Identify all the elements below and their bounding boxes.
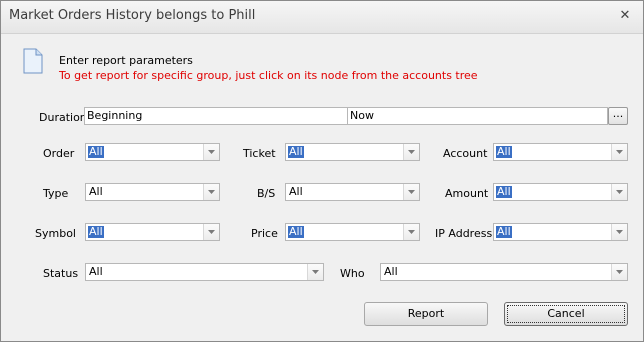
price-label: Price bbox=[251, 227, 278, 240]
status-label: Status bbox=[43, 267, 79, 280]
duration-from-field[interactable]: Beginning bbox=[84, 107, 348, 125]
order-label: Order bbox=[43, 147, 75, 160]
chevron-down-icon[interactable] bbox=[403, 184, 419, 200]
ticket-label: Ticket bbox=[243, 147, 276, 160]
ticket-value: All bbox=[288, 145, 304, 158]
instructions-title: Enter report parameters bbox=[59, 54, 193, 67]
chevron-down-icon[interactable] bbox=[307, 264, 323, 280]
instructions-hint: To get report for specific group, just c… bbox=[59, 69, 478, 82]
duration-picker-button[interactable]: ... bbox=[608, 107, 628, 125]
bs-value: All bbox=[289, 185, 303, 198]
duration-from-value: Beginning bbox=[87, 109, 143, 122]
symbol-select[interactable]: All bbox=[85, 223, 220, 241]
chevron-down-icon[interactable] bbox=[403, 144, 419, 160]
ticket-select[interactable]: All bbox=[285, 143, 420, 161]
duration-label: Duration bbox=[39, 111, 87, 124]
duration-to-field[interactable]: Now bbox=[347, 107, 608, 125]
chevron-down-icon[interactable] bbox=[203, 144, 219, 160]
window-title: Market Orders History belongs to Phill bbox=[9, 8, 256, 23]
price-value: All bbox=[288, 225, 304, 238]
chevron-down-icon[interactable] bbox=[203, 184, 219, 200]
ip-address-select[interactable]: All bbox=[493, 223, 628, 241]
order-value: All bbox=[88, 145, 104, 158]
close-icon[interactable]: ✕ bbox=[617, 8, 633, 24]
type-select[interactable]: All bbox=[85, 183, 220, 201]
chevron-down-icon[interactable] bbox=[611, 144, 627, 160]
duration-to-value: Now bbox=[350, 109, 374, 122]
symbol-label: Symbol bbox=[35, 227, 76, 240]
account-select[interactable]: All bbox=[493, 143, 628, 161]
amount-value: All bbox=[496, 185, 512, 198]
bs-label: B/S bbox=[257, 187, 276, 200]
bs-select[interactable]: All bbox=[285, 183, 420, 201]
who-select[interactable]: All bbox=[380, 263, 628, 281]
amount-label: Amount bbox=[445, 187, 489, 200]
cancel-button[interactable]: Cancel bbox=[504, 302, 628, 326]
type-value: All bbox=[89, 185, 103, 198]
report-button[interactable]: Report bbox=[364, 302, 488, 326]
status-select[interactable]: All bbox=[85, 263, 324, 281]
report-dialog: Market Orders History belongs to Phill ✕… bbox=[0, 0, 644, 342]
who-label: Who bbox=[340, 267, 365, 280]
ip-address-label: IP Address bbox=[435, 227, 493, 240]
account-value: All bbox=[496, 145, 512, 158]
order-select[interactable]: All bbox=[85, 143, 220, 161]
chevron-down-icon[interactable] bbox=[611, 264, 627, 280]
document-icon bbox=[23, 48, 43, 77]
amount-select[interactable]: All bbox=[493, 183, 628, 201]
type-label: Type bbox=[43, 187, 69, 200]
who-value: All bbox=[384, 265, 398, 278]
chevron-down-icon[interactable] bbox=[611, 224, 627, 240]
account-label: Account bbox=[443, 147, 488, 160]
status-value: All bbox=[89, 265, 103, 278]
chevron-down-icon[interactable] bbox=[203, 224, 219, 240]
symbol-value: All bbox=[88, 225, 104, 238]
ip-address-value: All bbox=[496, 225, 512, 238]
chevron-down-icon[interactable] bbox=[611, 184, 627, 200]
chevron-down-icon[interactable] bbox=[403, 224, 419, 240]
price-select[interactable]: All bbox=[285, 223, 420, 241]
title-bar[interactable]: Market Orders History belongs to Phill ✕ bbox=[1, 1, 643, 34]
